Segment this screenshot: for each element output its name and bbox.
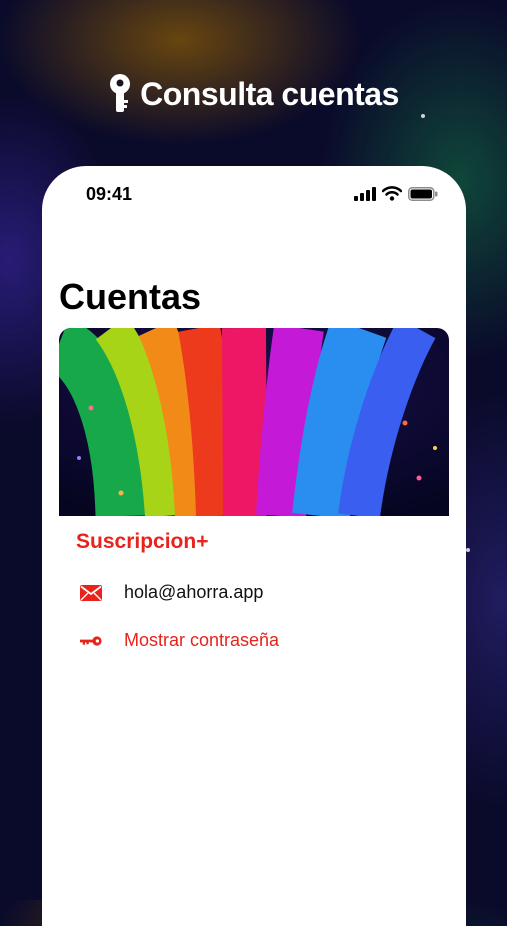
key-icon bbox=[80, 632, 102, 650]
email-row: hola@ahorra.app bbox=[80, 582, 263, 603]
page-title: Cuentas bbox=[59, 276, 202, 317]
key-icon bbox=[110, 74, 131, 112]
header-title: Consulta cuentas bbox=[140, 75, 399, 112]
wifi-icon bbox=[382, 186, 402, 201]
status-time: 09:41 bbox=[86, 184, 133, 204]
sparkle-decoration bbox=[466, 548, 470, 552]
status-icons bbox=[354, 186, 438, 201]
phone-screen: 09:41 Cuentas Suscripcion+ hola@ahorra.a… bbox=[42, 166, 466, 926]
email-value: hola@ahorra.app bbox=[124, 582, 264, 602]
battery-icon bbox=[408, 186, 438, 201]
signal-icon bbox=[354, 186, 376, 201]
show-password-row[interactable]: Mostrar contraseña bbox=[80, 630, 279, 651]
rainbow-arches-image bbox=[59, 328, 449, 516]
header: Consulta cuentas bbox=[0, 70, 507, 118]
show-password-label[interactable]: Mostrar contraseña bbox=[124, 630, 279, 651]
subscription-name: Suscripcion+ bbox=[76, 530, 209, 553]
envelope-icon bbox=[80, 584, 102, 602]
